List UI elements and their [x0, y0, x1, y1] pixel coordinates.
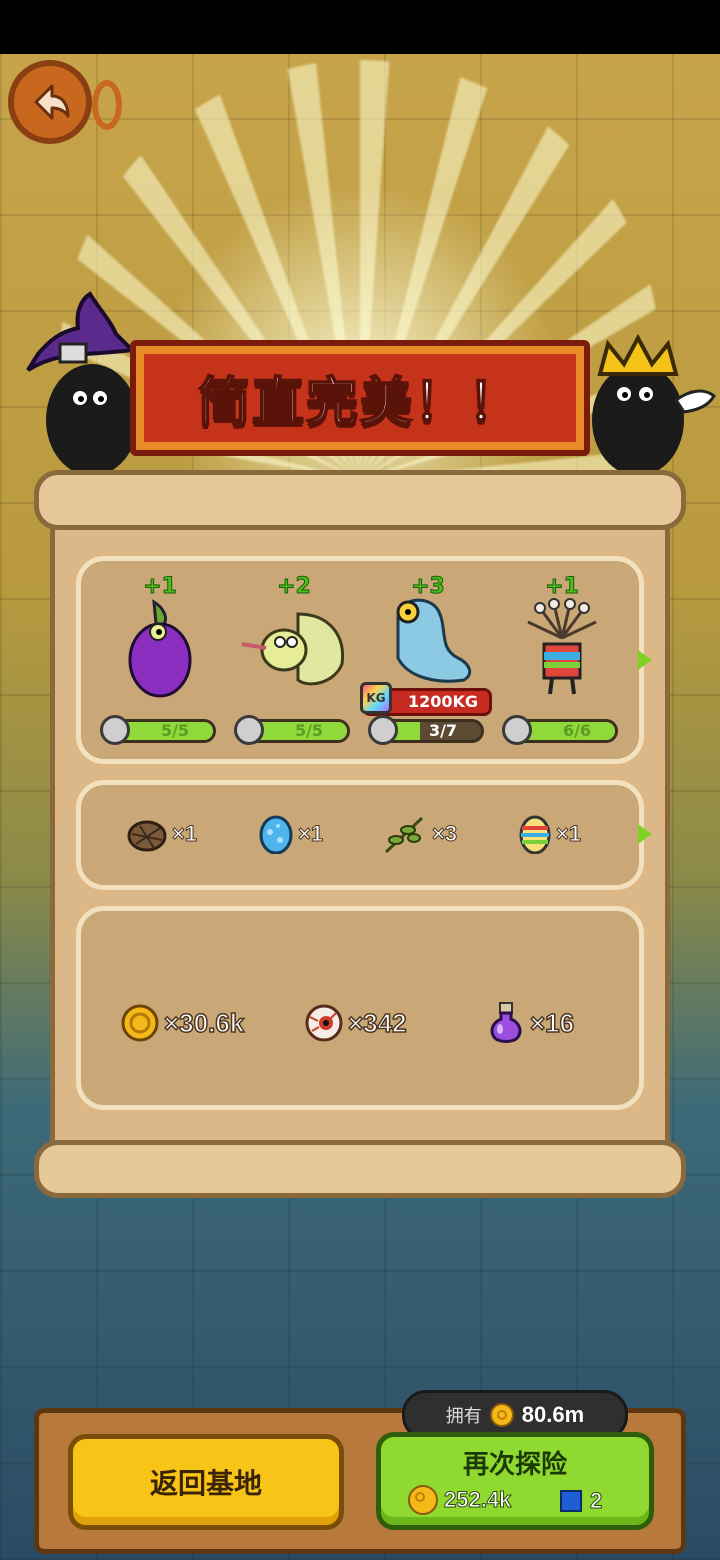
- monster-progress-text: 5/5: [160, 721, 190, 740]
- explore-gem-cost: 2: [560, 1486, 603, 1516]
- reward-potions: ×16: [486, 1000, 575, 1046]
- gem-icon: [560, 1490, 582, 1512]
- blue-egg-icon: [259, 815, 293, 854]
- reward-eyeballs: ×342: [304, 1000, 407, 1046]
- monster-progress-text: 3/7: [428, 721, 458, 740]
- skull-icon: [234, 715, 264, 745]
- nest-icon: [127, 820, 167, 852]
- monsters-next-arrow-icon[interactable]: [638, 650, 652, 670]
- weight-icon: KG: [360, 682, 392, 714]
- coin-icon: [489, 1403, 514, 1427]
- item-reward: ×1: [126, 814, 198, 854]
- scroll-top-roll: [34, 470, 686, 530]
- item-reward: ×1: [258, 814, 324, 854]
- return-base-button[interactable]: 返回基地: [68, 1434, 344, 1530]
- wallet-label: 拥有: [445, 1406, 482, 1427]
- king-mascot: [580, 330, 720, 490]
- skull-icon: [368, 715, 398, 745]
- wallet-value: 80.6m: [521, 1402, 585, 1427]
- reward-coins: ×30.6k: [120, 1000, 245, 1046]
- item-reward: ×1: [518, 814, 582, 854]
- item-count: ×1: [297, 821, 324, 847]
- monster-plus: +1: [143, 574, 178, 600]
- monster-card[interactable]: +1 6/6: [502, 574, 636, 745]
- explore-coin-cost-value: 252.4k: [443, 1487, 512, 1513]
- potion-icon: [490, 1002, 522, 1043]
- reward-count: ×16: [529, 1007, 575, 1039]
- eggplant-monster-icon: [128, 599, 192, 698]
- coin-icon: [121, 1004, 159, 1042]
- item-count: ×3: [431, 821, 458, 847]
- items-next-arrow-icon[interactable]: [638, 824, 652, 844]
- chameleon-monster-icon: [396, 598, 472, 683]
- rainbow-egg-icon: [519, 815, 551, 854]
- explore-coin-cost: 252.4k: [408, 1484, 512, 1516]
- monster-card[interactable]: +2 5/5: [234, 574, 368, 745]
- coin-icon: [408, 1485, 438, 1515]
- cabbage-monster-icon: [241, 612, 345, 686]
- weight-text: 1200KG: [407, 692, 479, 711]
- back-button-ring: [92, 80, 122, 130]
- crown-icon: [592, 333, 716, 490]
- monster-plus: +2: [277, 574, 312, 600]
- skull-icon: [100, 715, 130, 745]
- monster-progress-text: 5/5: [294, 721, 324, 740]
- result-title: 简直完美！！: [197, 372, 522, 434]
- eyeball-icon: [305, 1004, 343, 1042]
- monster-card[interactable]: +1 5/5: [100, 574, 234, 745]
- back-arrow-icon: [34, 84, 70, 120]
- status-bar: [0, 0, 720, 54]
- item-count: ×1: [171, 821, 198, 847]
- item-count: ×1: [555, 821, 582, 847]
- explore-gem-cost-value: 2: [589, 1488, 603, 1514]
- explore-again-label: 再次探险: [462, 1450, 567, 1480]
- skull-icon: [502, 715, 532, 745]
- monster-card[interactable]: +3 KG 1200KG 3/7: [360, 574, 502, 745]
- item-reward: ×3: [382, 814, 458, 854]
- back-button[interactable]: [8, 60, 92, 144]
- monster-progress-text: 6/6: [562, 721, 592, 740]
- mushroom-monster-icon: [527, 598, 597, 695]
- monster-plus: +1: [545, 574, 580, 600]
- herb-icon: [384, 816, 424, 854]
- scroll-bottom-roll: [34, 1140, 686, 1198]
- reward-count: ×342: [347, 1007, 407, 1039]
- reward-count: ×30.6k: [163, 1007, 245, 1039]
